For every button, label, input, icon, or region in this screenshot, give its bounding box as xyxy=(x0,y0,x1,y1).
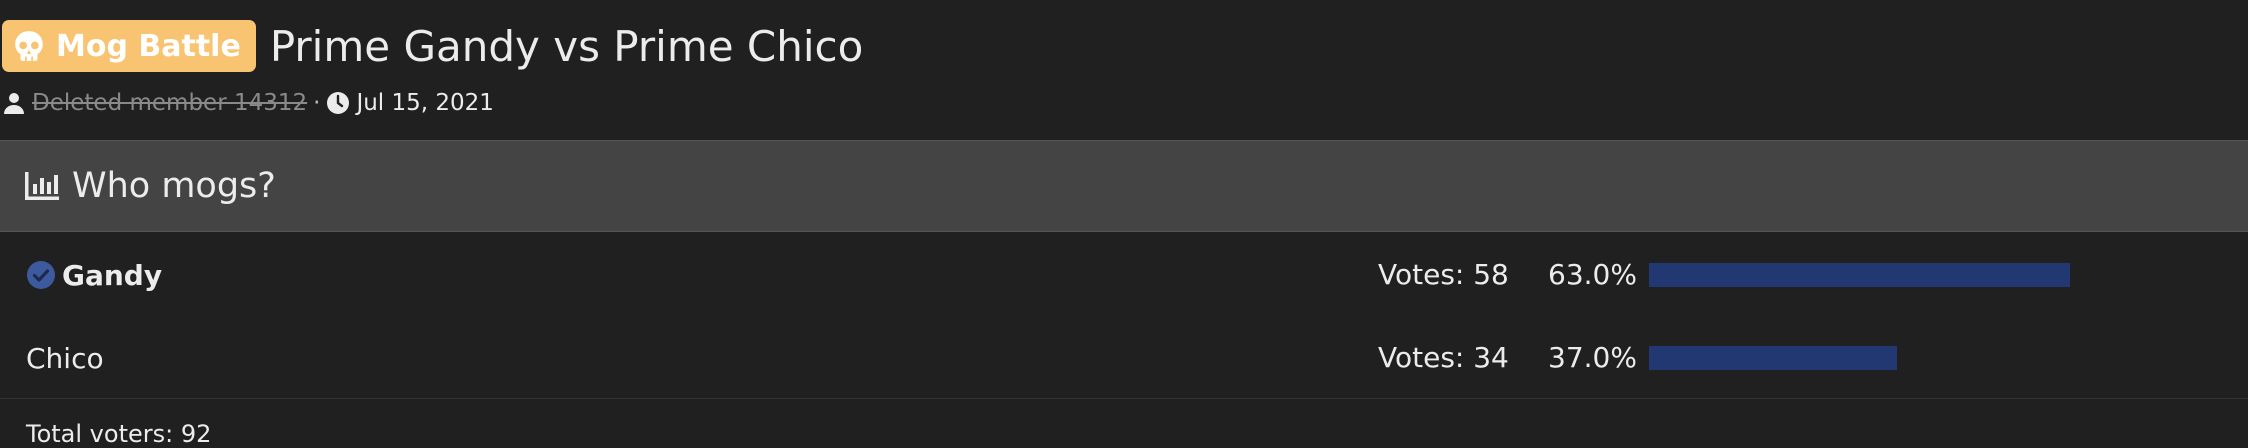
option-bar-fill xyxy=(1649,263,2071,287)
thread-author[interactable]: Deleted member 14312 xyxy=(32,90,307,116)
thread-prefix-badge[interactable]: Mog Battle xyxy=(2,20,256,72)
option-percent: 63.0% xyxy=(1548,258,1637,291)
user-icon xyxy=(4,93,24,114)
thread-date[interactable]: Jul 15, 2021 xyxy=(356,90,493,116)
poll-header: Who mogs? xyxy=(0,140,2248,232)
skull-icon xyxy=(15,31,43,61)
meta-separator: · xyxy=(313,90,321,116)
check-circle-icon xyxy=(27,261,55,289)
badge-label: Mog Battle xyxy=(56,28,241,64)
poll-option-label: Gandy xyxy=(26,255,162,295)
poll-question: Who mogs? xyxy=(72,166,276,206)
thread-title-row: Mog Battle Prime Gandy vs Prime Chico xyxy=(2,20,863,72)
option-bar-track xyxy=(1649,263,2248,287)
bar-chart-icon xyxy=(25,172,59,200)
thread-title: Prime Gandy vs Prime Chico xyxy=(269,21,864,71)
option-bar-track xyxy=(1649,346,2248,370)
clock-icon xyxy=(327,92,350,114)
option-votes: Votes: 58 xyxy=(1378,258,1509,291)
thread-header: Mog Battle Prime Gandy vs Prime Chico De… xyxy=(0,0,2248,140)
option-bar-fill xyxy=(1649,346,1897,370)
poll-total-voters: Total voters: 92 xyxy=(26,420,212,448)
option-text: Gandy xyxy=(62,258,163,292)
option-percent: 37.0% xyxy=(1548,341,1637,374)
option-text: Chico xyxy=(26,341,104,375)
option-votes: Votes: 34 xyxy=(1378,341,1509,374)
thread-meta: Deleted member 14312 · Jul 15, 2021 xyxy=(2,86,494,120)
poll-option-chico: Chico Votes: 34 37.0% xyxy=(0,318,2248,398)
poll-divider xyxy=(0,398,2248,399)
poll-option-gandy: Gandy Votes: 58 63.0% xyxy=(0,235,2248,315)
poll-option-label: Chico xyxy=(26,338,104,378)
